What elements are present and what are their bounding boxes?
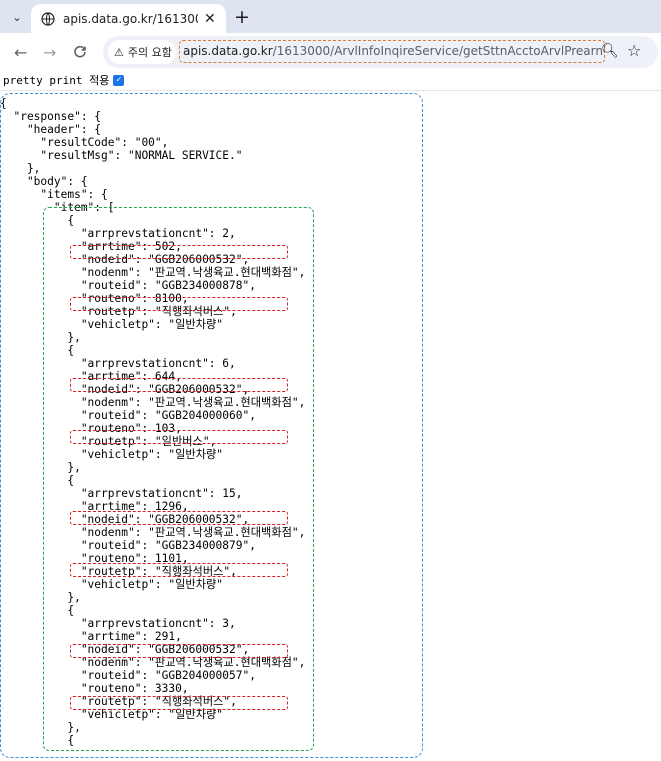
chevron-down-icon: ⌄ (12, 10, 22, 24)
security-chip[interactable]: ⚠ 주의 요함 (108, 40, 176, 64)
arrtime-highlight-box (70, 511, 288, 525)
url-host: apis.data.go.kr (183, 44, 273, 58)
pretty-print-label: pretty print 적용 (3, 74, 110, 87)
arrtime-highlight-box (70, 644, 288, 658)
address-bar[interactable]: ⚠ 주의 요함 apis.data.go.kr/1613000/ArvlInfo… (103, 36, 658, 68)
pretty-print-bar: pretty print 적용 ✓ (3, 71, 125, 89)
url-path: /1613000/ArvlInfoInqireService/getSttnAc… (272, 44, 604, 58)
security-chip-label: 주의 요함 (127, 46, 172, 59)
reload-icon (74, 45, 86, 58)
divider (0, 90, 661, 91)
arrtime-highlight-box (70, 245, 288, 259)
close-tab-icon[interactable]: ✕ (204, 11, 216, 27)
reload-button[interactable] (73, 43, 87, 63)
tab-search-button[interactable]: ⌄ (6, 7, 28, 27)
routeno-highlight-box (70, 563, 288, 577)
browser-toolbar: ← → ⚠ 주의 요함 apis.data.go.kr/1613000/Arvl… (0, 33, 661, 71)
active-tab[interactable]: apis.data.go.kr/1613000/ArvlIn ✕ (31, 4, 226, 33)
new-tab-button[interactable]: + (234, 6, 250, 28)
pretty-print-checkbox[interactable]: ✓ (113, 74, 125, 86)
arrtime-highlight-box (70, 378, 288, 392)
back-button[interactable]: ← (14, 43, 27, 62)
item-array-highlight-box (43, 207, 314, 751)
globe-icon (41, 11, 55, 26)
routeno-highlight-box (70, 696, 288, 710)
routeno-highlight-box (70, 297, 288, 311)
tab-title: apis.data.go.kr/1613000/ArvlIn (63, 11, 198, 26)
tab-strip: ⌄ apis.data.go.kr/1613000/ArvlIn ✕ + (0, 0, 661, 33)
routeno-highlight-box (70, 430, 288, 444)
forward-button[interactable]: → (43, 43, 56, 62)
bookmark-star-icon[interactable]: ☆ (627, 41, 641, 60)
url-text[interactable]: apis.data.go.kr/1613000/ArvlInfoInqireSe… (179, 40, 605, 63)
warning-icon: ⚠ (114, 45, 124, 59)
zoom-icon[interactable]: 🔍︎ (601, 43, 619, 59)
